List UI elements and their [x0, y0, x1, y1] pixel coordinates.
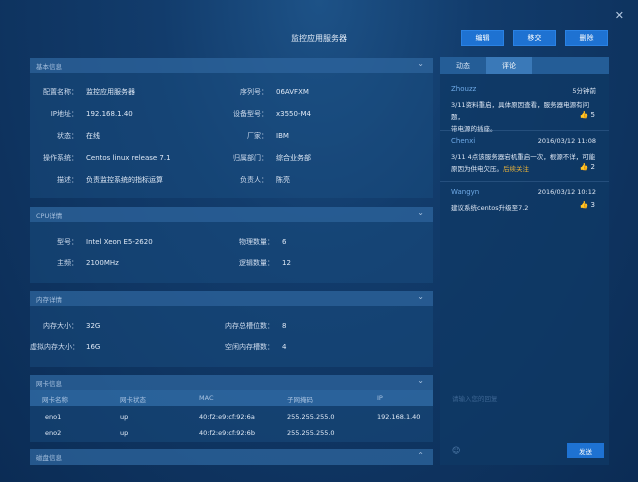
- info-row: 型号： Intel Xeon E5-2620: [57, 238, 153, 246]
- table-row: eno1 up 40:f2:e9:cf:92:6a 255.255.255.0 …: [45, 413, 421, 421]
- divider: [440, 130, 609, 131]
- edit-button[interactable]: 编辑: [461, 30, 504, 46]
- tab-activity[interactable]: 动态: [440, 57, 486, 74]
- info-row: 物理数量： 6: [239, 238, 287, 246]
- like-button[interactable]: 👍 5: [580, 111, 595, 119]
- info-row: 虚拟内存大小： 16G: [30, 343, 101, 351]
- like-count: 3: [590, 201, 595, 209]
- comment-date: 2016/03/12 11:08: [537, 137, 596, 145]
- nic-section: 网卡信息 ⌄ 网卡名称 网卡状态 MAC 子网掩码 IP eno1 up 40:…: [30, 375, 433, 442]
- thumbs-up-icon: 👍: [579, 201, 589, 209]
- table-row: eno2 up 40:f2:e9:cf:92:6b 255.255.255.0: [45, 429, 335, 437]
- column-header: 网卡名称: [42, 396, 68, 404]
- info-row: 描述： 负责监控系统的指标运算: [57, 176, 163, 184]
- comment-item: Wangyn 2016/03/12 10:12 建议系统centos升级至7.2…: [440, 188, 609, 228]
- info-row: 操作系统： Centos linux release 7.1: [43, 154, 171, 162]
- memory-header[interactable]: 内存详情 ⌄: [30, 291, 433, 306]
- chevron-down-icon[interactable]: ⌄: [417, 208, 424, 217]
- chevron-down-icon[interactable]: ⌄: [417, 292, 424, 301]
- memory-title: 内存详情: [36, 295, 62, 304]
- thumbs-up-icon: 👍: [579, 163, 589, 171]
- column-header: MAC: [199, 394, 214, 402]
- info-row: 设备型号： x3550-M4: [233, 110, 311, 118]
- like-button[interactable]: 👍 3: [580, 201, 595, 209]
- action-bar: 编辑 移交 删除: [461, 30, 608, 46]
- like-count: 5: [590, 111, 595, 119]
- chevron-down-icon[interactable]: ⌄: [417, 59, 424, 68]
- send-button[interactable]: 发送: [567, 443, 604, 458]
- tab-comments[interactable]: 评论: [486, 57, 532, 74]
- info-row: IP地址： 192.168.1.40: [50, 110, 133, 118]
- like-button[interactable]: 👍 2: [580, 163, 595, 171]
- info-row: 逻辑数量： 12: [239, 259, 291, 267]
- comment-date: 5分钟前: [572, 87, 596, 95]
- cpu-title: CPU详情: [36, 211, 63, 220]
- nic-header[interactable]: 网卡信息 ⌄: [30, 375, 433, 390]
- memory-section: 内存详情 ⌄ 内存大小： 32G 虚拟内存大小： 16G 内存总槽位数： 8 空闲内存…: [30, 291, 433, 367]
- reply-input[interactable]: [446, 387, 603, 427]
- disk-title: 磁盘信息: [36, 454, 62, 462]
- info-row: 归属部门： 综合业务部: [233, 154, 311, 162]
- info-row: 主频： 2100MHz: [57, 259, 119, 267]
- info-row: 空闲内存槽数： 4: [225, 343, 287, 351]
- close-icon[interactable]: ✕: [615, 9, 624, 22]
- divider: [440, 181, 609, 182]
- cpu-header[interactable]: CPU详情 ⌄: [30, 207, 433, 222]
- delete-button[interactable]: 删除: [565, 30, 608, 46]
- nic-title: 网卡信息: [36, 379, 62, 388]
- comment-user[interactable]: Wangyn: [451, 188, 479, 196]
- info-row: 内存总槽位数： 8: [225, 322, 287, 330]
- chevron-down-icon[interactable]: ⌄: [417, 376, 424, 385]
- emoji-icon[interactable]: ☺: [452, 446, 460, 455]
- column-header: 子网掩码: [287, 396, 313, 404]
- info-row: 厂家： IBM: [247, 132, 289, 140]
- basic-info-section: 基本信息 ⌄ 配置名称： 监控应用服务器 IP地址： 192.168.1.40 状态…: [30, 58, 433, 198]
- nic-table-header: 网卡名称 网卡状态 MAC 子网掩码 IP: [30, 390, 433, 406]
- column-header: IP: [377, 394, 383, 402]
- comment-item: Zhouzz 5分钟前 3/11资料重启，具体原因查看，服务器电源有问题， 带电源…: [440, 85, 609, 145]
- server-detail-window: ✕ 监控应用服务器 编辑 移交 删除 基本信息 ⌄ 配置名称： 监控应用服务器 I…: [0, 0, 638, 482]
- disk-header[interactable]: 磁盘信息 ⌃: [30, 449, 433, 465]
- basic-info-title: 基本信息: [36, 62, 62, 71]
- info-row: 内存大小： 32G: [43, 322, 101, 330]
- info-row: 配置名称： 监控应用服务器: [43, 88, 135, 96]
- comment-text: 建议系统centos升级至7.2: [451, 204, 529, 212]
- disk-section: 磁盘信息 ⌃: [30, 449, 433, 465]
- comment-user[interactable]: Zhouzz: [451, 85, 476, 93]
- transfer-button[interactable]: 移交: [513, 30, 556, 46]
- info-row: 序列号： 06AVFXM: [240, 88, 309, 96]
- chevron-up-icon[interactable]: ⌃: [417, 451, 424, 460]
- basic-info-header[interactable]: 基本信息 ⌄: [30, 58, 433, 73]
- panel-tabs: 动态 评论: [440, 57, 609, 74]
- activity-panel: 动态 评论 Zhouzz 5分钟前 3/11资料重启，具体原因查看，服务器电源有…: [440, 57, 609, 465]
- info-row: 负责人： 陈亮: [240, 176, 290, 184]
- thumbs-up-icon: 👍: [579, 111, 589, 119]
- column-header: 网卡状态: [120, 396, 146, 404]
- like-count: 2: [590, 163, 595, 171]
- comment-user[interactable]: Chenxi: [451, 137, 475, 145]
- comment-text: 3/11 4点该服务器宕机重启一次，根源不详，可能 原因为供电欠压。后续关注: [451, 153, 596, 173]
- comment-date: 2016/03/12 10:12: [537, 188, 596, 196]
- cpu-section: CPU详情 ⌄ 型号： Intel Xeon E5-2620 主频： 2100MHz…: [30, 207, 433, 283]
- info-row: 状态： 在线: [57, 132, 100, 140]
